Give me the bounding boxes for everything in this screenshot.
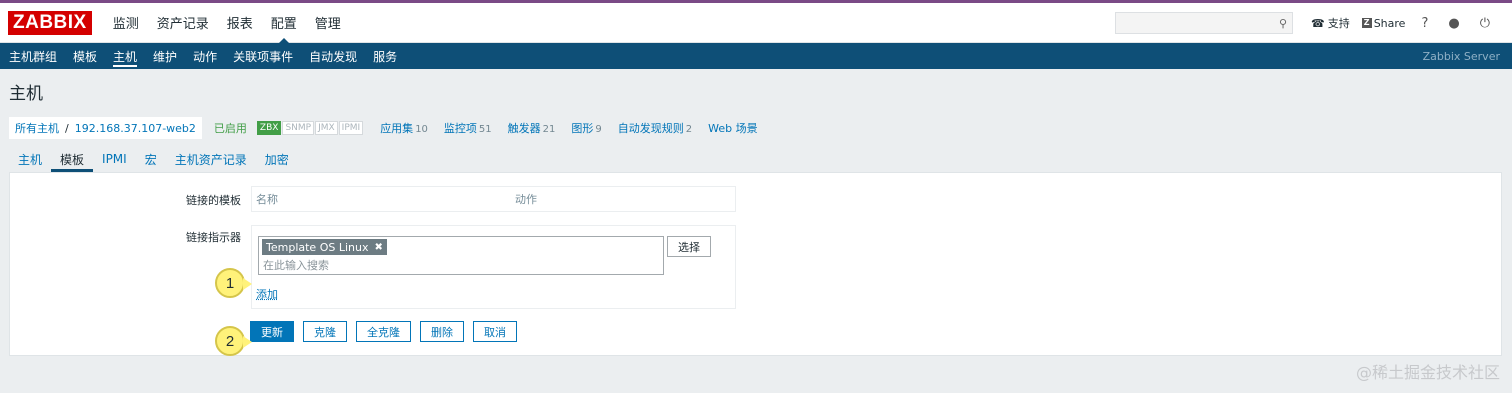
link-new-templates-box: Template OS Linux ✖ 选择 添加 (251, 225, 736, 309)
breadcrumb-box: 所有主机 / 192.168.37.107-web2 (9, 117, 202, 139)
clone-button[interactable]: 克隆 (303, 321, 347, 342)
support-link[interactable]: ☎ 支持 (1311, 15, 1350, 31)
selected-template-label: Template OS Linux (266, 240, 369, 254)
breadcrumb: 所有主机 / 192.168.37.107-web2 已启用 ZBX SNMP … (9, 116, 760, 140)
remove-tag-icon[interactable]: ✖ (374, 242, 382, 253)
callout-1: 1 (215, 268, 252, 298)
share-label: Share (1373, 16, 1406, 30)
linked-templates-table: 名称 动作 (251, 186, 736, 212)
main-nav-reports[interactable]: 报表 (218, 3, 262, 43)
page-title: 主机 (9, 84, 43, 104)
link-triggers-label: 触发器 (507, 122, 541, 135)
sub-nav-actions[interactable]: 动作 (185, 43, 225, 69)
link-graphs[interactable]: 图形 9 (571, 120, 601, 136)
sub-nav-services[interactable]: 服务 (365, 43, 405, 69)
template-multiselect[interactable]: Template OS Linux ✖ (258, 236, 664, 275)
badge-jmx: JMX (315, 121, 338, 135)
link-applications-count: 10 (415, 124, 428, 135)
tab-macros[interactable]: 宏 (136, 146, 166, 172)
host-form-tabs: 主机 模板 IPMI 宏 主机资产记录 加密 (9, 146, 298, 172)
breadcrumb-separator: / (65, 121, 69, 135)
tab-encryption[interactable]: 加密 (256, 146, 298, 172)
zabbix-logo[interactable]: ZABBIX (8, 10, 92, 35)
selected-template-tag: Template OS Linux ✖ (262, 239, 387, 255)
badge-zbx: ZBX (256, 121, 282, 135)
full-clone-button[interactable]: 全克隆 (356, 321, 411, 342)
link-items[interactable]: 监控项 51 (444, 120, 492, 136)
cancel-button[interactable]: 取消 (473, 321, 517, 342)
watermark: @稀土掘金技术社区 (1355, 363, 1500, 382)
link-web-scenarios-label: Web 场景 (708, 122, 758, 135)
link-graphs-label: 图形 (571, 122, 594, 135)
link-web-scenarios[interactable]: Web 场景 (708, 120, 759, 136)
main-nav-administration[interactable]: 管理 (306, 3, 350, 43)
link-graphs-count: 9 (595, 124, 602, 135)
availability-badges: ZBX SNMP JMX IPMI (256, 121, 364, 135)
sub-nav-maintenance[interactable]: 维护 (145, 43, 185, 69)
add-template-link[interactable]: 添加 (256, 286, 278, 302)
headset-icon: ☎ (1311, 16, 1325, 30)
tab-inventory[interactable]: 主机资产记录 (166, 146, 256, 172)
sub-nav-hosts[interactable]: 主机 (105, 43, 145, 69)
main-nav: 监测 资产记录 报表 配置 管理 (104, 3, 350, 44)
sub-nav: 主机群组 模板 主机 维护 动作 关联项事件 自动发现 服务 Zabbix Se… (0, 43, 1512, 69)
template-search-input[interactable] (263, 257, 659, 273)
sub-nav-discovery[interactable]: 自动发现 (301, 43, 365, 69)
select-button[interactable]: 选择 (667, 236, 711, 257)
global-search-input[interactable]: ⚲ (1115, 12, 1293, 34)
tab-templates[interactable]: 模板 (51, 146, 94, 172)
help-icon[interactable]: ? (1421, 16, 1428, 31)
link-discovery-rules-count: 2 (685, 124, 693, 135)
link-triggers-count: 21 (542, 124, 556, 135)
linked-templates-label: 链接的模板 (186, 194, 241, 207)
linked-table-header-name: 名称 (256, 193, 278, 206)
link-items-count: 51 (478, 124, 492, 135)
host-status[interactable]: 已启用 (214, 120, 247, 136)
tab-ipmi[interactable]: IPMI (93, 146, 136, 172)
share-link[interactable]: Z Share (1361, 16, 1406, 30)
server-name: Zabbix Server (1422, 49, 1500, 63)
main-nav-inventory[interactable]: 资产记录 (148, 3, 218, 43)
search-icon[interactable]: ⚲ (1279, 17, 1287, 30)
link-discovery-rules-label: 自动发现规则 (617, 122, 684, 135)
link-items-label: 监控项 (443, 122, 477, 135)
delete-button[interactable]: 删除 (420, 321, 464, 342)
top-header: ZABBIX 监测 资产记录 报表 配置 管理 ⚲ ☎ 支持 Z Share ?… (0, 3, 1512, 44)
link-triggers[interactable]: 触发器 21 (508, 120, 556, 136)
sub-nav-templates[interactable]: 模板 (65, 43, 105, 69)
link-discovery-rules[interactable]: 自动发现规则 2 (618, 120, 692, 136)
main-nav-monitoring[interactable]: 监测 (104, 3, 148, 43)
sub-nav-host-groups[interactable]: 主机群组 (1, 43, 65, 69)
link-indicator-label: 链接指示器 (186, 231, 241, 244)
main-nav-configuration[interactable]: 配置 (262, 3, 306, 44)
support-label: 支持 (1327, 17, 1350, 30)
breadcrumb-all-hosts[interactable]: 所有主机 (15, 120, 59, 136)
link-applications[interactable]: 应用集 10 (380, 120, 428, 136)
breadcrumb-host[interactable]: 192.168.37.107-web2 (75, 122, 196, 135)
update-button[interactable]: 更新 (250, 321, 294, 342)
callout-2: 2 (215, 326, 252, 356)
power-icon[interactable]: ⏻ (1480, 16, 1490, 31)
badge-ipmi: IPMI (338, 121, 364, 135)
linked-table-header-action: 动作 (515, 193, 537, 206)
sub-nav-correlation[interactable]: 关联项事件 (225, 43, 301, 69)
link-applications-label: 应用集 (380, 122, 414, 135)
form-buttons: 更新 克隆 全克隆 删除 取消 (250, 321, 526, 342)
share-z-icon: Z (1361, 18, 1372, 28)
user-icon[interactable]: ● (1448, 16, 1459, 31)
header-tools: ⚲ ☎ 支持 Z Share ? ● ⏻ (1115, 3, 1500, 43)
tab-host[interactable]: 主机 (9, 146, 51, 172)
badge-snmp: SNMP (282, 121, 315, 135)
